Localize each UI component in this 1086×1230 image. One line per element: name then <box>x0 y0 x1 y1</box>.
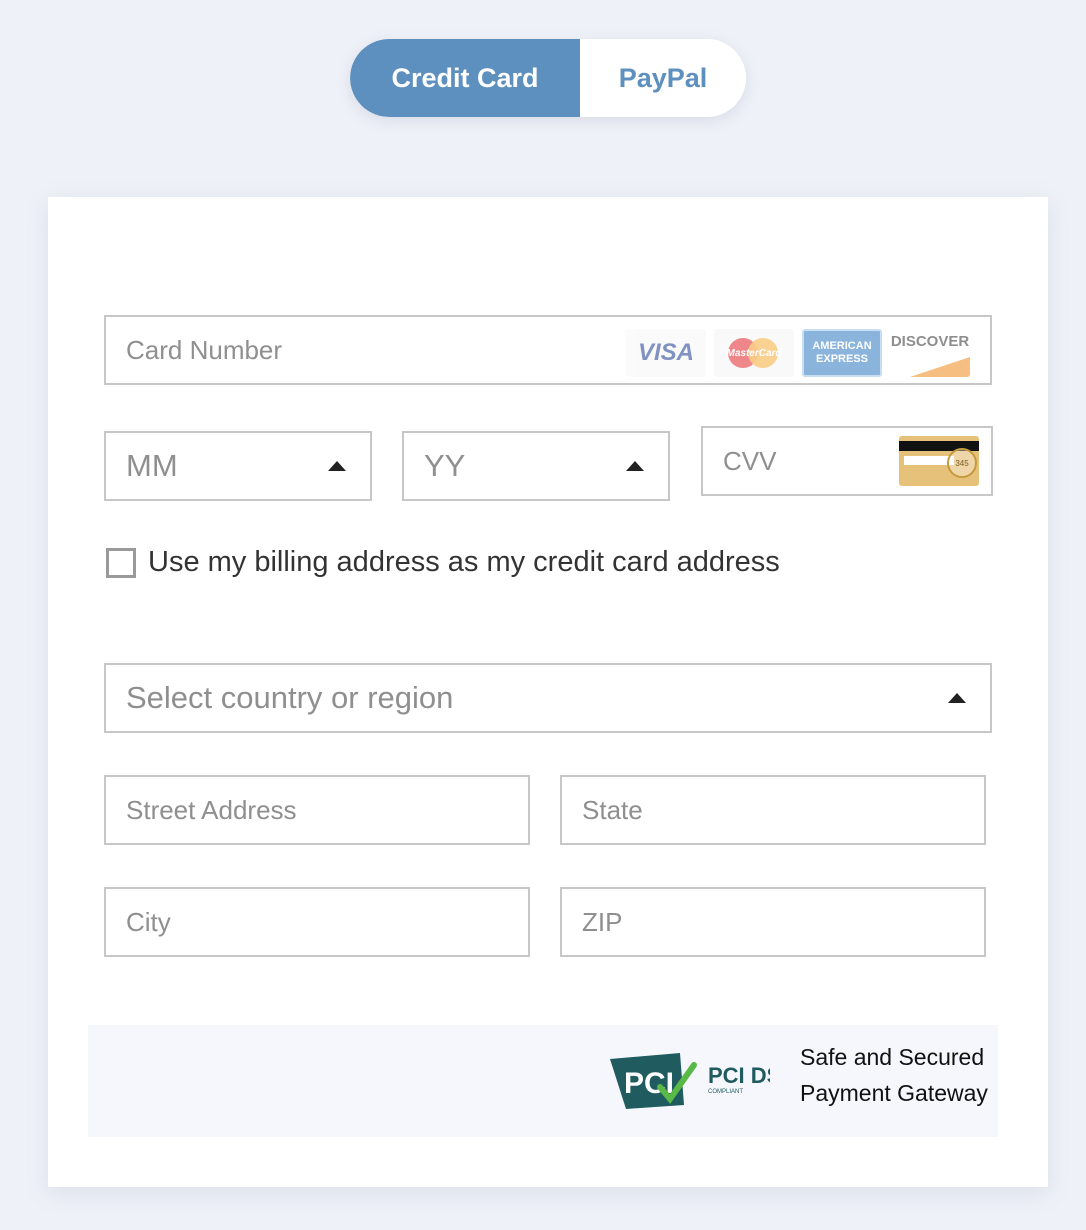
secure-gateway-text: Safe and Secured Payment Gateway <box>800 1039 988 1111</box>
street-address-field[interactable]: Street Address <box>104 775 530 845</box>
city-placeholder: City <box>126 906 171 937</box>
month-placeholder: MM <box>126 448 178 483</box>
secure-line-1: Safe and Secured <box>800 1044 985 1070</box>
payment-form-card: Card Number VISA MasterCard AMERICAN EXP… <box>48 197 1048 1187</box>
security-footer: PCI PCI DSS COMPLIANT Safe and Secured P… <box>88 1025 998 1137</box>
cvv-placeholder: CVV <box>723 445 777 476</box>
caret-up-icon <box>948 693 966 703</box>
country-select[interactable]: Select country or region <box>104 663 992 733</box>
billing-address-label[interactable]: Use my billing address as my credit card… <box>148 546 780 579</box>
state-field[interactable]: State <box>560 775 986 845</box>
zip-placeholder: ZIP <box>582 906 623 937</box>
visa-logo: VISA <box>626 329 706 377</box>
billing-address-checkbox[interactable] <box>106 547 136 578</box>
pci-dss-badge: PCI PCI DSS COMPLIANT <box>610 1053 770 1109</box>
caret-up-icon <box>626 461 644 471</box>
card-number-placeholder: Card Number <box>126 334 283 365</box>
year-select[interactable]: YY <box>402 431 670 501</box>
month-select[interactable]: MM <box>104 431 372 501</box>
pci-compliant-label: COMPLIANT <box>708 1089 743 1095</box>
tab-paypal[interactable]: PayPal <box>580 39 746 117</box>
year-placeholder: YY <box>424 448 466 483</box>
cvv-field[interactable]: CVV 345 <box>701 426 993 496</box>
tab-credit-card[interactable]: Credit Card <box>350 39 580 117</box>
card-logos: VISA MasterCard AMERICAN EXPRESS DISCOVE… <box>626 329 970 377</box>
card-number-field[interactable]: Card Number VISA MasterCard AMERICAN EXP… <box>104 315 992 385</box>
state-placeholder: State <box>582 794 643 825</box>
amex-logo: AMERICAN EXPRESS <box>802 329 882 377</box>
pci-dss-label: PCI DSS <box>708 1063 770 1088</box>
country-placeholder: Select country or region <box>126 680 454 715</box>
street-address-placeholder: Street Address <box>126 794 297 825</box>
discover-logo: DISCOVER <box>890 329 970 377</box>
secure-line-2: Payment Gateway <box>800 1080 988 1106</box>
caret-up-icon <box>328 461 346 471</box>
billing-address-option: Use my billing address as my credit card… <box>106 546 780 579</box>
city-field[interactable]: City <box>104 887 530 957</box>
cvv-card-icon: 345 <box>899 436 979 486</box>
payment-method-toggle: Credit Card PayPal <box>350 39 746 117</box>
zip-field[interactable]: ZIP <box>560 887 986 957</box>
mastercard-logo: MasterCard <box>714 329 794 377</box>
